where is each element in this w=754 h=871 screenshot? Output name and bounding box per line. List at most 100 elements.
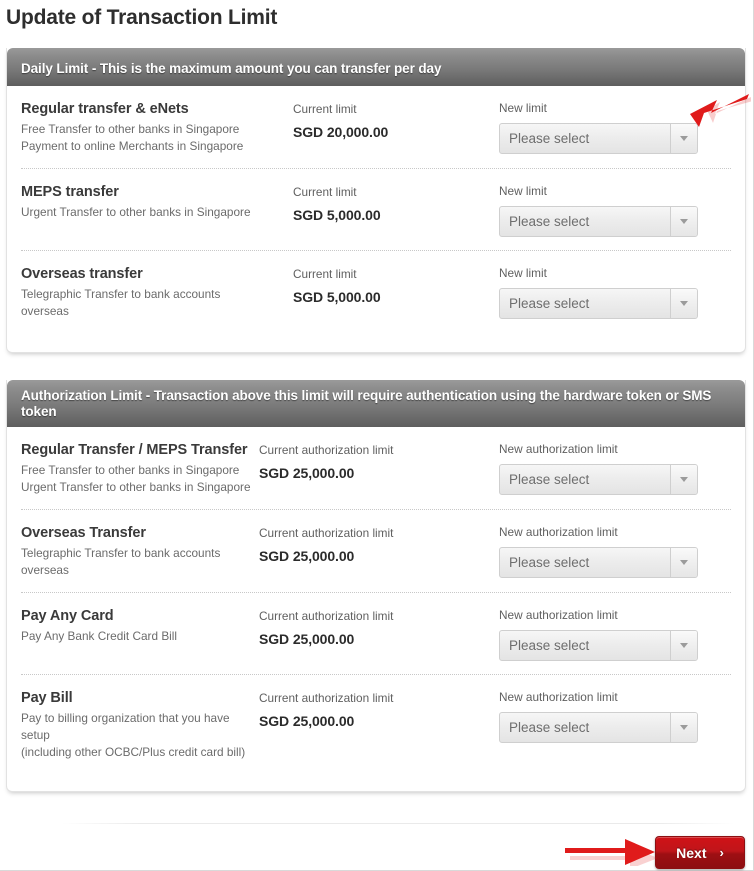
chevron-down-icon[interactable] <box>670 713 697 742</box>
row-description: Free Transfer to other banks in Singapor… <box>21 122 240 136</box>
chevron-down-icon[interactable] <box>670 465 697 494</box>
row-description: overseas <box>21 563 69 577</box>
table-row: Overseas transfer Telegraphic Transfer t… <box>21 251 731 352</box>
new-limit-select[interactable]: Please select <box>499 288 698 319</box>
new-limit-cell: New limit Please select <box>499 100 731 154</box>
row-description: Pay Any Bank Credit Card Bill <box>21 629 178 643</box>
new-limit-cell: New authorization limit Please select <box>499 689 731 743</box>
current-limit-cell: Current authorization limit SGD 25,000.0… <box>259 689 499 730</box>
chevron-right-icon: › <box>719 845 724 860</box>
row-title: MEPS transfer <box>21 184 119 200</box>
row-title: Pay Any Card <box>21 608 114 624</box>
chevron-down-icon[interactable] <box>670 207 697 236</box>
current-limit-cell: Current authorization limit SGD 25,000.0… <box>259 524 499 565</box>
current-limit-label: Current limit <box>293 267 357 281</box>
page-title: Update of Transaction Limit <box>6 6 278 29</box>
chevron-down-icon[interactable] <box>670 631 697 660</box>
new-limit-label: New authorization limit <box>499 442 618 456</box>
new-limit-label: New authorization limit <box>499 608 618 622</box>
row-title-cell: Regular Transfer / MEPS Transfer Free Tr… <box>21 441 259 496</box>
row-title: Regular transfer & eNets <box>21 101 189 117</box>
table-row: Regular transfer & eNets Free Transfer t… <box>21 86 731 169</box>
row-description: Payment to online Merchants in Singapore <box>21 139 244 153</box>
current-limit-value: SGD 5,000.00 <box>293 207 381 223</box>
row-description: Telegraphic Transfer to bank accounts <box>21 546 221 560</box>
new-limit-select-value: Please select <box>509 638 590 653</box>
row-title-cell: Pay Bill Pay to billing organization tha… <box>21 689 259 761</box>
row-description: Telegraphic Transfer to bank accounts <box>21 287 221 301</box>
row-description: Urgent Transfer to other banks in Singap… <box>21 205 251 219</box>
new-limit-label: New limit <box>499 184 547 198</box>
current-limit-value: SGD 5,000.00 <box>293 289 381 305</box>
new-limit-cell: New authorization limit Please select <box>499 524 731 578</box>
chevron-down-icon[interactable] <box>670 124 697 153</box>
row-description: overseas <box>21 304 69 318</box>
panel-header-authorization-limit: Authorization Limit - Transaction above … <box>7 380 745 427</box>
panel-authorization-limit: Authorization Limit - Transaction above … <box>6 380 746 792</box>
new-limit-select-value: Please select <box>509 214 590 229</box>
row-title: Pay Bill <box>21 690 73 706</box>
current-limit-value: SGD 20,000.00 <box>293 124 389 140</box>
current-limit-label: Current limit <box>293 102 357 116</box>
new-limit-label: New authorization limit <box>499 690 618 704</box>
row-title-cell: Overseas transfer Telegraphic Transfer t… <box>21 265 293 320</box>
new-limit-select-value: Please select <box>509 720 590 735</box>
current-limit-cell: Current authorization limit SGD 25,000.0… <box>259 441 499 482</box>
row-title: Overseas Transfer <box>21 525 146 541</box>
page-root: Update of Transaction Limit Daily Limit … <box>0 0 754 871</box>
next-button-label: Next <box>676 844 707 861</box>
new-limit-select[interactable]: Please select <box>499 547 698 578</box>
panel-header-daily-limit: Daily Limit - This is the maximum amount… <box>7 48 745 86</box>
table-row: MEPS transfer Urgent Transfer to other b… <box>21 169 731 251</box>
current-limit-value: SGD 25,000.00 <box>259 713 355 729</box>
row-title-cell: Pay Any Card Pay Any Bank Credit Card Bi… <box>21 607 259 645</box>
new-limit-select[interactable]: Please select <box>499 464 698 495</box>
current-limit-cell: Current limit SGD 5,000.00 <box>293 265 499 306</box>
row-title-cell: Overseas Transfer Telegraphic Transfer t… <box>21 524 259 579</box>
current-limit-cell: Current limit SGD 5,000.00 <box>293 183 499 224</box>
new-limit-select[interactable]: Please select <box>499 206 698 237</box>
current-limit-label: Current authorization limit <box>259 526 394 540</box>
row-description: (including other OCBC/Plus credit card b… <box>21 745 246 759</box>
row-title-cell: Regular transfer & eNets Free Transfer t… <box>21 100 293 155</box>
current-limit-value: SGD 25,000.00 <box>259 631 355 647</box>
current-limit-value: SGD 25,000.00 <box>259 465 355 481</box>
chevron-down-icon[interactable] <box>670 289 697 318</box>
panel-body-daily-limit: Regular transfer & eNets Free Transfer t… <box>7 86 745 352</box>
current-limit-label: Current authorization limit <box>259 691 394 705</box>
next-button[interactable]: Next › <box>655 836 745 869</box>
chevron-down-icon[interactable] <box>670 548 697 577</box>
current-limit-cell: Current authorization limit SGD 25,000.0… <box>259 607 499 648</box>
new-limit-select[interactable]: Please select <box>499 630 698 661</box>
panel-body-authorization-limit: Regular Transfer / MEPS Transfer Free Tr… <box>7 427 745 791</box>
panel-daily-limit: Daily Limit - This is the maximum amount… <box>6 48 746 353</box>
new-limit-label: New authorization limit <box>499 525 618 539</box>
new-limit-select-value: Please select <box>509 555 590 570</box>
current-limit-cell: Current limit SGD 20,000.00 <box>293 100 499 141</box>
current-limit-label: Current limit <box>293 185 357 199</box>
new-limit-select-value: Please select <box>509 131 590 146</box>
row-title: Overseas transfer <box>21 266 143 282</box>
new-limit-select[interactable]: Please select <box>499 123 698 154</box>
new-limit-cell: New limit Please select <box>499 265 731 319</box>
new-limit-select[interactable]: Please select <box>499 712 698 743</box>
table-row: Regular Transfer / MEPS Transfer Free Tr… <box>21 427 731 510</box>
table-row: Pay Any Card Pay Any Bank Credit Card Bi… <box>21 593 731 675</box>
row-title: Regular Transfer / MEPS Transfer <box>21 442 248 458</box>
annotation-arrow-bottom-icon <box>565 839 658 866</box>
new-limit-select-value: Please select <box>509 472 590 487</box>
row-description: Urgent Transfer to other banks in Singap… <box>21 480 251 494</box>
new-limit-label: New limit <box>499 266 547 280</box>
footer-divider <box>62 823 735 824</box>
current-limit-label: Current authorization limit <box>259 609 394 623</box>
new-limit-cell: New limit Please select <box>499 183 731 237</box>
current-limit-label: Current authorization limit <box>259 443 394 457</box>
table-row: Pay Bill Pay to billing organization tha… <box>21 675 731 791</box>
row-description: Pay to billing organization that you hav… <box>21 711 230 742</box>
new-limit-cell: New authorization limit Please select <box>499 607 731 661</box>
row-title-cell: MEPS transfer Urgent Transfer to other b… <box>21 183 293 221</box>
new-limit-cell: New authorization limit Please select <box>499 441 731 495</box>
new-limit-label: New limit <box>499 101 547 115</box>
row-description: Free Transfer to other banks in Singapor… <box>21 463 240 477</box>
current-limit-value: SGD 25,000.00 <box>259 548 355 564</box>
